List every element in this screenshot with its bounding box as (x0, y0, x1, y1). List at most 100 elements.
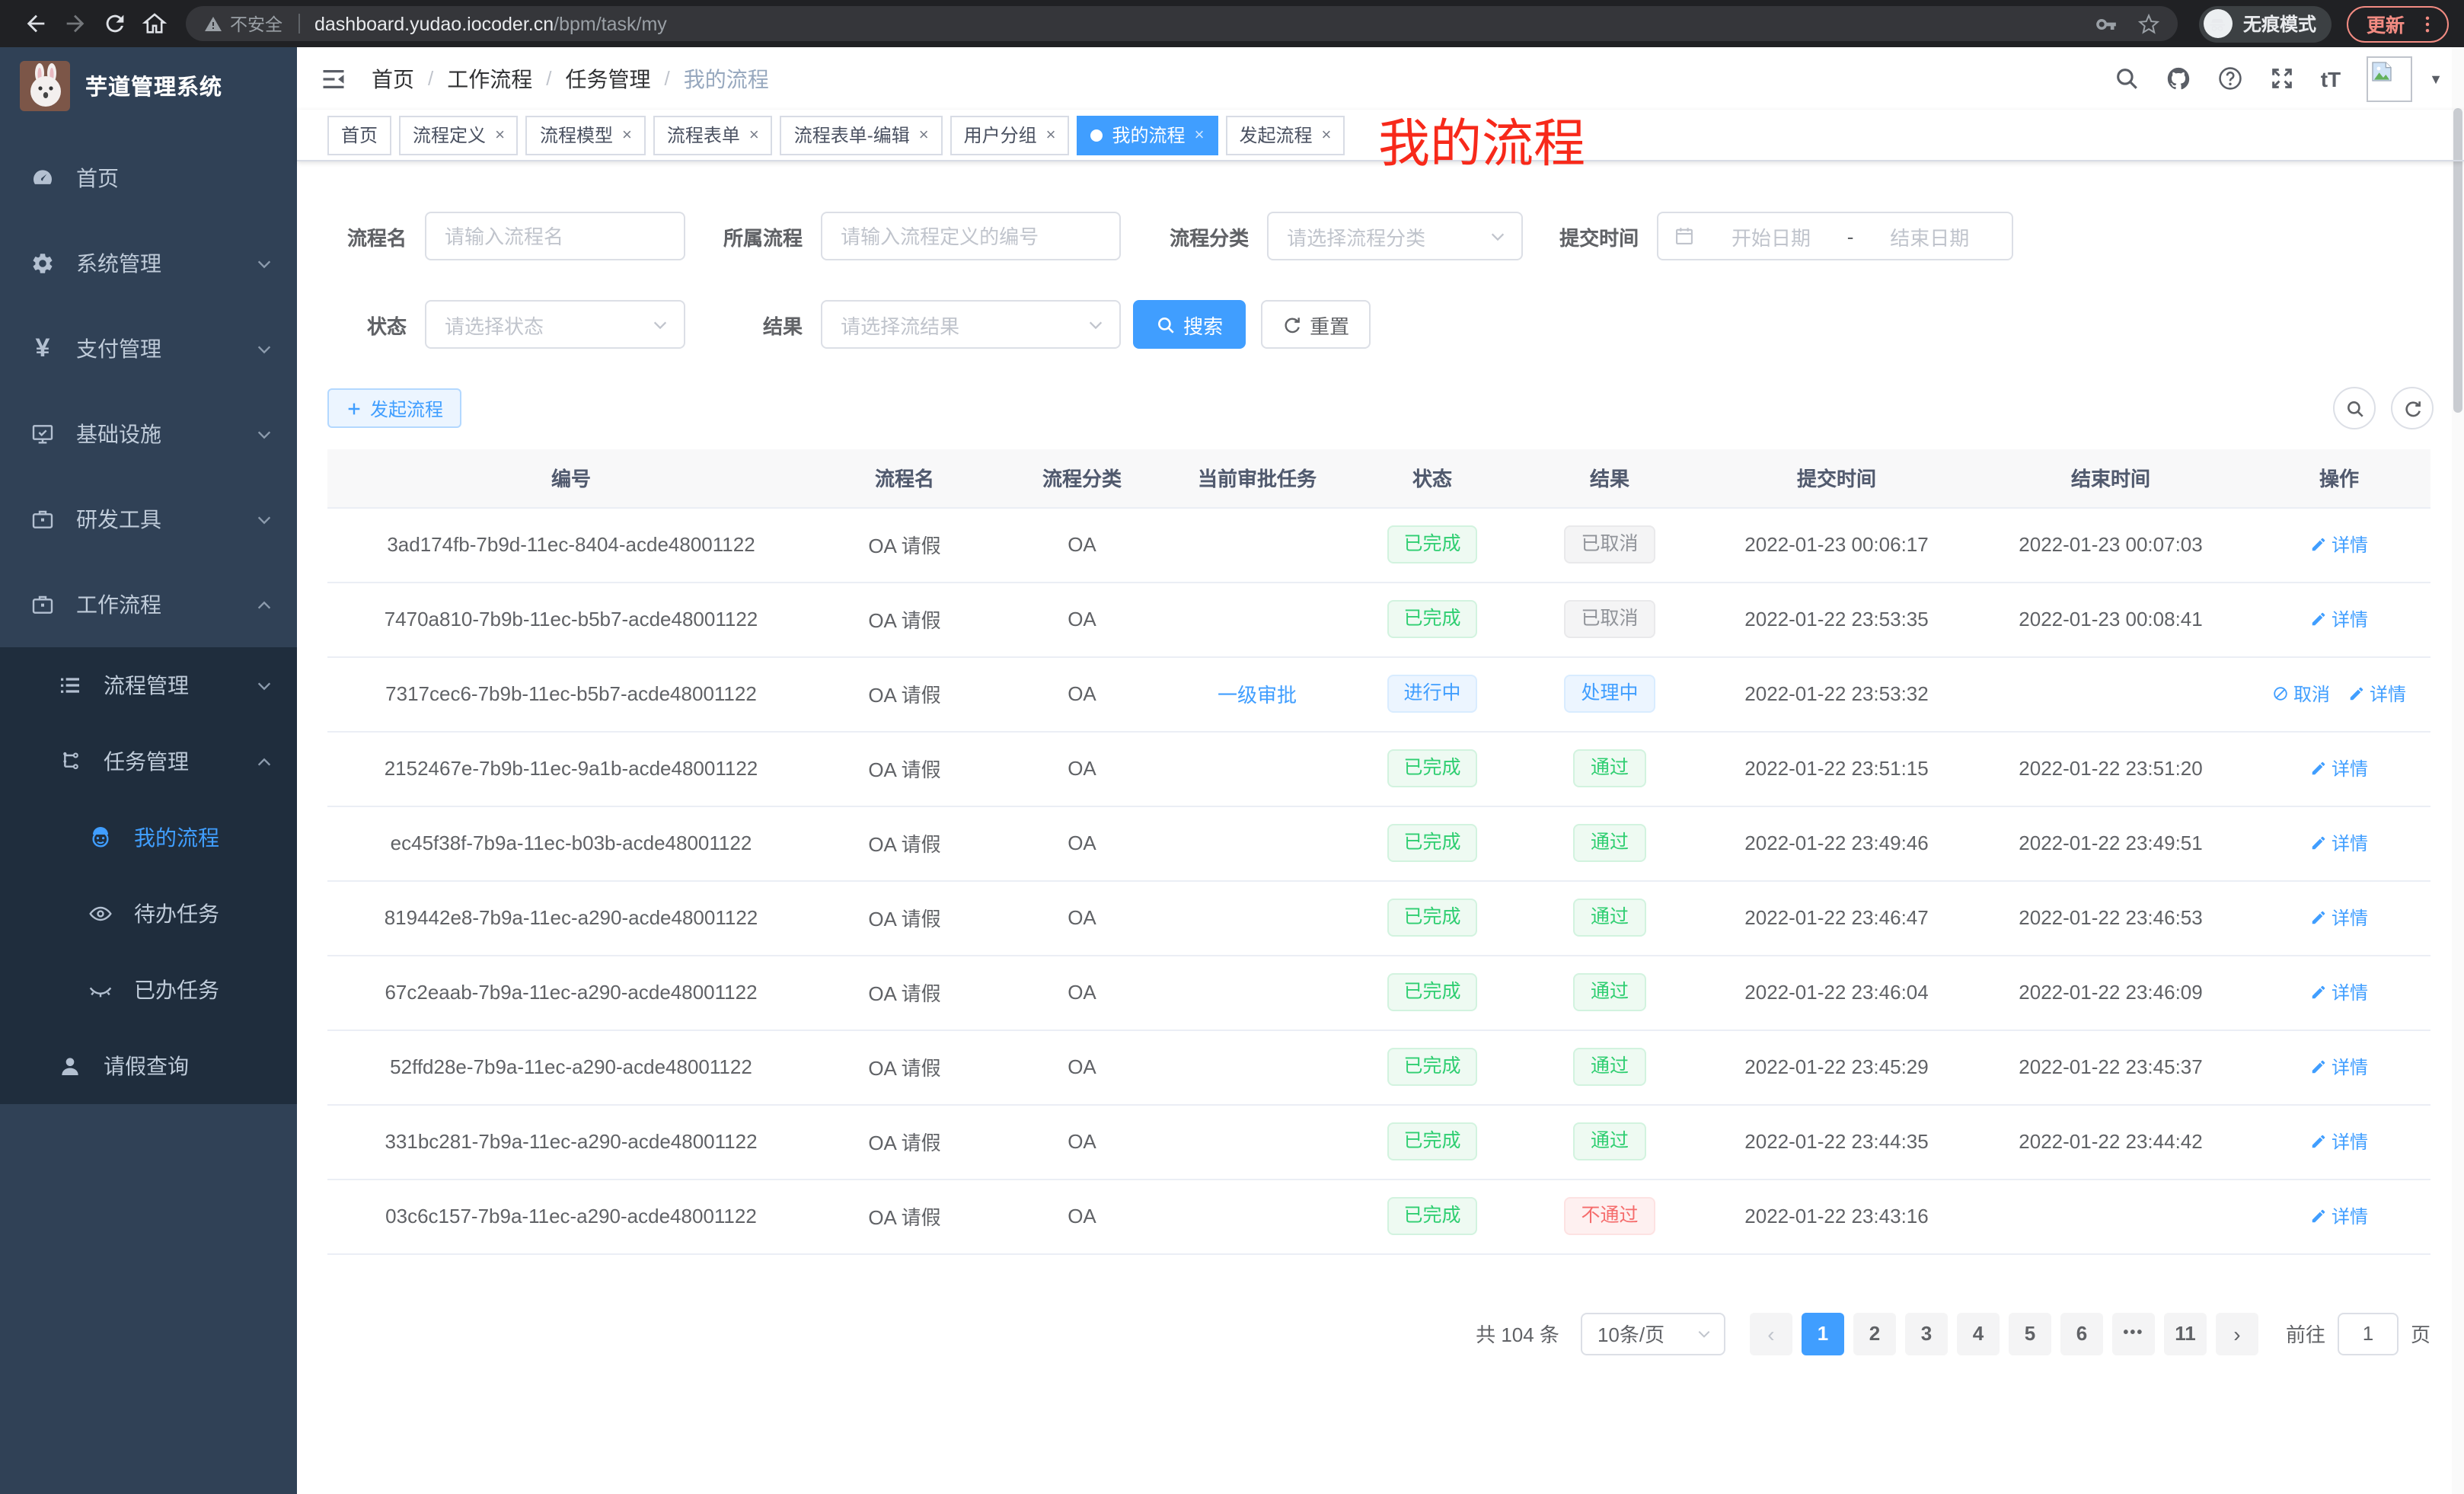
refresh-table-icon[interactable] (2391, 387, 2434, 429)
breadcrumb-item[interactable]: 首页 (372, 63, 414, 94)
current-task-link[interactable]: 一级审批 (1218, 684, 1297, 707)
page-button-1[interactable]: 1 (1802, 1312, 1844, 1355)
user-avatar[interactable] (2367, 56, 2412, 101)
pager: ‹123456•••11› (1750, 1312, 2258, 1355)
start-date-placeholder: 开始日期 (1704, 222, 1838, 251)
table-row: 819442e8-7b9a-11ec-a290-acde48001122OA 请… (327, 880, 2430, 955)
sidebar-item-请假查询[interactable]: 请假查询 (0, 1028, 297, 1104)
fullscreen-icon[interactable] (2269, 65, 2295, 91)
app-logo[interactable]: 芋道管理系统 (0, 47, 297, 123)
sidebar-item-流程管理[interactable]: 流程管理 (0, 647, 297, 723)
next-page-button[interactable]: › (2216, 1312, 2258, 1355)
page-button-11[interactable]: 11 (2164, 1312, 2207, 1355)
page-size-select[interactable]: 10条/页 (1581, 1312, 1725, 1355)
create-process-button[interactable]: 发起流程 (327, 388, 461, 428)
detail-link[interactable]: 详情 (2310, 905, 2368, 931)
detail-link[interactable]: 详情 (2310, 830, 2368, 856)
cell-status: 已完成 (1345, 1030, 1520, 1104)
tab-流程模型[interactable]: 流程模型× (526, 115, 646, 155)
browser-menu-icon[interactable] (2417, 13, 2438, 34)
close-tab-icon[interactable]: × (1046, 126, 1056, 144)
detail-link[interactable]: 详情 (2310, 1128, 2368, 1154)
cell-result: 通过 (1520, 1030, 1700, 1104)
security-warning-icon[interactable]: 不安全 (204, 11, 282, 36)
browser-back-icon[interactable] (15, 4, 55, 43)
close-tab-icon[interactable]: × (495, 126, 505, 144)
incognito-badge: 无痕模式 (2199, 5, 2332, 42)
sidebar-item-研发工具[interactable]: 研发工具 (0, 477, 297, 562)
sidebar-item-基础设施[interactable]: 基础设施 (0, 391, 297, 477)
sidebar-item-已办任务[interactable]: 已办任务 (0, 952, 297, 1028)
password-key-icon[interactable] (2095, 13, 2117, 34)
header-search-icon[interactable] (2114, 65, 2140, 91)
process-definition-input[interactable] (821, 212, 1121, 260)
tab-流程定义[interactable]: 流程定义× (399, 115, 519, 155)
more-pages-button[interactable]: ••• (2112, 1312, 2155, 1355)
cell-result: 已取消 (1520, 507, 1700, 582)
monitor-icon (30, 422, 55, 446)
tab-流程表单-编辑[interactable]: 流程表单-编辑 × (780, 115, 943, 155)
tab-我的流程[interactable]: 我的流程× (1077, 115, 1218, 155)
page-button-5[interactable]: 5 (2009, 1312, 2051, 1355)
process-name-input[interactable] (425, 212, 685, 260)
detail-link[interactable]: 详情 (2348, 681, 2406, 707)
page-button-3[interactable]: 3 (1905, 1312, 1948, 1355)
tab-首页[interactable]: 首页 (327, 115, 391, 155)
browser-home-icon[interactable] (134, 4, 174, 43)
browser-forward-icon[interactable] (55, 4, 94, 43)
close-tab-icon[interactable]: × (1321, 126, 1331, 144)
sidebar-item-任务管理[interactable]: 任务管理 (0, 723, 297, 800)
detail-link[interactable]: 详情 (2310, 755, 2368, 781)
status-select[interactable]: 请选择状态 (425, 300, 685, 349)
collapse-sidebar-icon[interactable] (320, 65, 347, 92)
tab-流程表单[interactable]: 流程表单× (653, 115, 773, 155)
detail-link[interactable]: 详情 (2310, 606, 2368, 632)
font-size-icon[interactable]: tT (2321, 66, 2341, 91)
status-badge: 已完成 (1387, 525, 1477, 563)
sidebar-item-系统管理[interactable]: 系统管理 (0, 221, 297, 306)
sidebar-item-待办任务[interactable]: 待办任务 (0, 876, 297, 952)
breadcrumb-item[interactable]: 任务管理 (566, 63, 651, 94)
breadcrumb-item[interactable]: 工作流程 (447, 63, 532, 94)
date-range-picker[interactable]: 开始日期 - 结束日期 (1657, 212, 2013, 260)
tab-label: 流程表单-编辑 (794, 122, 910, 148)
status-badge: 已完成 (1387, 973, 1477, 1011)
cancel-link[interactable]: 取消 (2272, 681, 2330, 707)
result-badge: 已取消 (1564, 525, 1655, 563)
browser-update-button[interactable]: 更新 (2347, 5, 2449, 42)
detail-link[interactable]: 详情 (2310, 1054, 2368, 1080)
cell-submit-time: 2022-01-22 23:44:35 (1700, 1104, 1974, 1179)
sidebar-item-支付管理[interactable]: ¥支付管理 (0, 306, 297, 391)
page-button-2[interactable]: 2 (1853, 1312, 1896, 1355)
close-tab-icon[interactable]: × (1195, 126, 1205, 144)
detail-link[interactable]: 详情 (2310, 532, 2368, 557)
sidebar-item-我的流程[interactable]: 我的流程 (0, 800, 297, 876)
help-icon[interactable] (2217, 65, 2243, 91)
detail-link[interactable]: 详情 (2310, 979, 2368, 1005)
chevron-down-icon (1696, 1326, 1712, 1341)
avatar-caret-icon[interactable]: ▼ (2429, 71, 2443, 86)
sidebar-item-首页[interactable]: 首页 (0, 136, 297, 221)
goto-page-input[interactable] (2338, 1312, 2399, 1355)
detail-link[interactable]: 详情 (2310, 1203, 2368, 1229)
cell-end-time: 2022-01-22 23:46:53 (1974, 880, 2248, 955)
toggle-search-icon[interactable] (2333, 387, 2376, 429)
github-icon[interactable] (2166, 65, 2191, 91)
browser-reload-icon[interactable] (94, 4, 134, 43)
address-bar[interactable]: 不安全 dashboard.yudao.iocoder.cn/bpm/task/… (186, 6, 2178, 41)
page-button-4[interactable]: 4 (1957, 1312, 2000, 1355)
tab-发起流程[interactable]: 发起流程× (1225, 115, 1345, 155)
tab-label: 用户分组 (964, 122, 1037, 148)
close-tab-icon[interactable]: × (919, 126, 929, 144)
page-size-value: 10条/页 (1597, 1319, 1696, 1348)
bookmark-star-icon[interactable] (2138, 13, 2159, 34)
page-button-6[interactable]: 6 (2060, 1312, 2103, 1355)
close-tab-icon[interactable]: × (622, 126, 632, 144)
category-select[interactable]: 请选择流程分类 (1267, 212, 1523, 260)
reset-button[interactable]: 重置 (1261, 300, 1371, 349)
tab-用户分组[interactable]: 用户分组 × (950, 115, 1070, 155)
result-select[interactable]: 请选择流结果 (821, 300, 1121, 349)
close-tab-icon[interactable]: × (749, 126, 759, 144)
search-button[interactable]: 搜索 (1133, 300, 1246, 349)
sidebar-item-工作流程[interactable]: 工作流程 (0, 562, 297, 647)
